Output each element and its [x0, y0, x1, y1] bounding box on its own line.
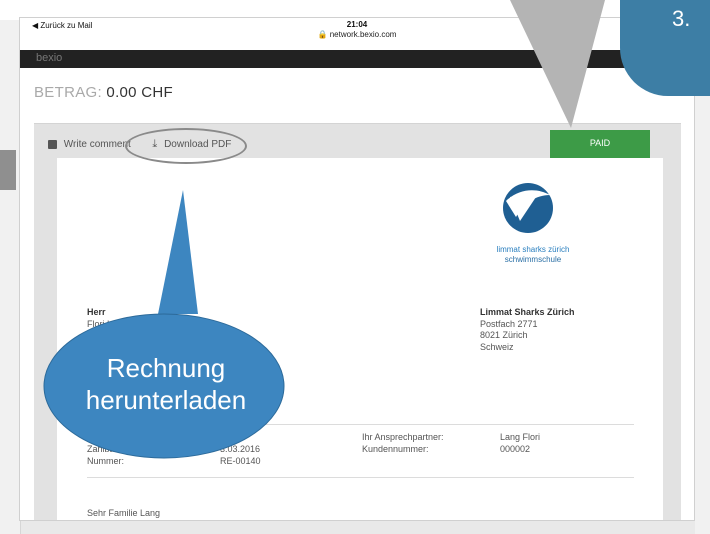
amount-label: BETRAG: [34, 84, 102, 101]
letter-greeting: Sehr Familie Lang [87, 508, 161, 518]
background-window-left [0, 20, 21, 534]
status-badge: PAID [550, 130, 650, 158]
logo-line-1: limmat sharks zürich [496, 245, 570, 254]
write-comment-button[interactable]: Write comment [64, 139, 131, 150]
logo-wordmark: limmat sharks zürich schwimmschule [478, 245, 588, 265]
background-window-right [695, 20, 710, 534]
detail-label: Ihr Ansprechpartner: [362, 432, 444, 442]
sender-line: Postfach 2771 [480, 318, 538, 329]
callout-text: Rechnung herunterladen [52, 352, 280, 416]
amount-value: 0.00 CHF [106, 84, 174, 101]
callout-line-2: herunterladen [85, 385, 247, 415]
amount-heading: BETRAG: 0.00 CHF [34, 84, 173, 101]
detail-value: Lang Flori [500, 432, 541, 442]
callout-bubble [43, 190, 285, 459]
sender-line: 8021 Zürich [480, 330, 528, 340]
background-window-fragment [0, 150, 16, 190]
detail-value: 000002 [500, 444, 531, 454]
callout-line-1: Rechnung [106, 353, 226, 383]
detail-label: Kundennummer: [362, 444, 429, 454]
divider [87, 477, 634, 478]
sender-name: Limmat Sharks Zürich [480, 307, 575, 317]
brand-logo[interactable]: bexio [36, 52, 62, 64]
sender-address: Limmat Sharks Zürich Postfach 2771 8021 … [480, 307, 575, 353]
sender-line: Schweiz [480, 341, 514, 352]
logo-line-2: schwimmschule [504, 255, 562, 264]
highlight-ellipse [125, 128, 247, 164]
pointer-arrow-icon [510, 0, 605, 128]
step-number: 3. [672, 6, 691, 31]
step-number-badge: 3. [620, 0, 710, 96]
comment-icon [48, 140, 57, 149]
